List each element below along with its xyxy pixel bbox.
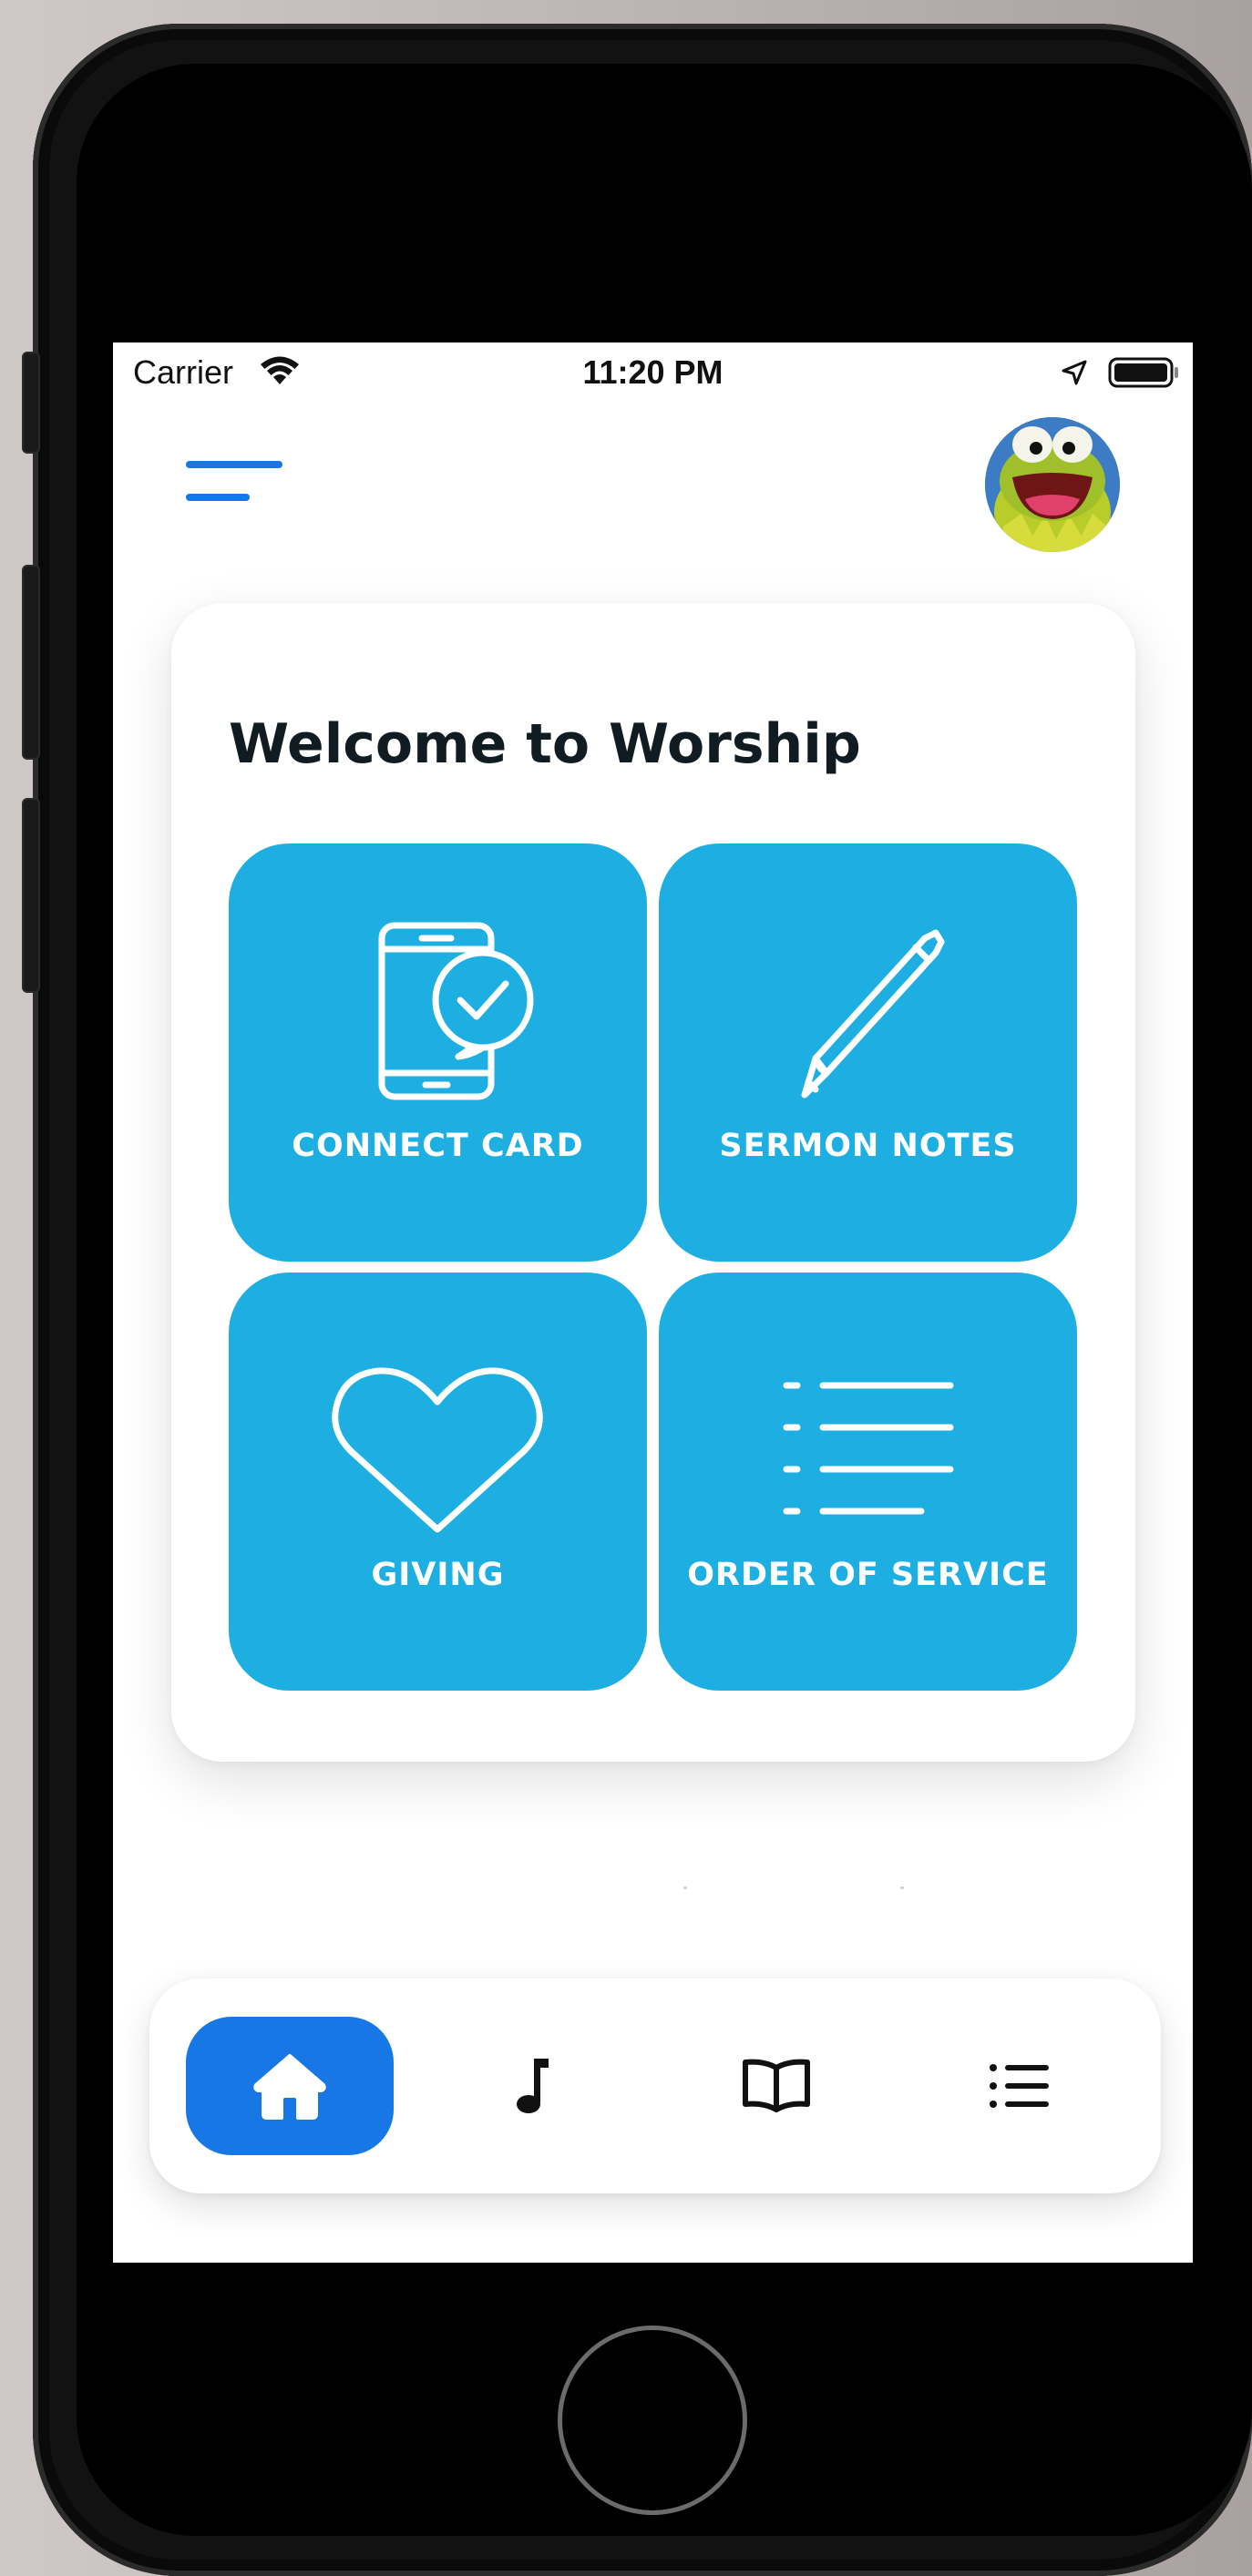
nav-home-button[interactable] [186,2017,394,2155]
status-time: 11:20 PM [582,353,723,391]
order-of-service-tile[interactable]: ORDER OF SERVICE [659,1273,1077,1691]
user-avatar[interactable] [985,417,1120,552]
volume-up-button [22,565,40,760]
phone-check-icon [229,843,647,1144]
home-icon [253,2054,326,2120]
welcome-card: Welcome to Worship CONNECT CARD SERMON N… [171,603,1135,1762]
menu-bar-long [186,461,282,468]
battery-icon [1108,357,1181,392]
menu-bar-short [186,494,250,501]
nav-list-button[interactable] [916,2017,1124,2155]
faint-dot [900,1886,904,1889]
pencil-icon [659,843,1077,1144]
connect-card-tile[interactable]: CONNECT CARD [229,843,647,1262]
list-icon [659,1273,1077,1573]
hamburger-menu-icon[interactable] [186,461,286,506]
bottom-nav-bar [149,1978,1161,2193]
location-arrow-icon [1061,359,1088,390]
volume-down-button [22,798,40,993]
app-screen: Carrier 11:20 PM Welcome to Worship CONN… [113,342,1193,2263]
mute-switch [22,352,40,454]
nav-music-button[interactable] [428,2017,636,2155]
home-hardware-button[interactable] [558,2326,747,2515]
giving-label: GIVING [371,1557,505,1593]
sermon-notes-label: SERMON NOTES [719,1128,1017,1164]
heart-icon [229,1273,647,1573]
status-bar: Carrier 11:20 PM [113,342,1193,403]
sermon-notes-tile[interactable]: SERMON NOTES [659,843,1077,1262]
page-title: Welcome to Worship [229,712,861,776]
connect-card-label: CONNECT CARD [292,1128,584,1164]
frog-avatar-icon [985,417,1120,552]
music-note-icon [517,2059,549,2113]
nav-bible-button[interactable] [672,2017,880,2155]
list-icon [990,2064,1049,2108]
faint-dot [683,1886,687,1889]
order-of-service-label: ORDER OF SERVICE [687,1557,1049,1593]
open-book-icon [743,2059,810,2112]
giving-tile[interactable]: GIVING [229,1273,647,1691]
